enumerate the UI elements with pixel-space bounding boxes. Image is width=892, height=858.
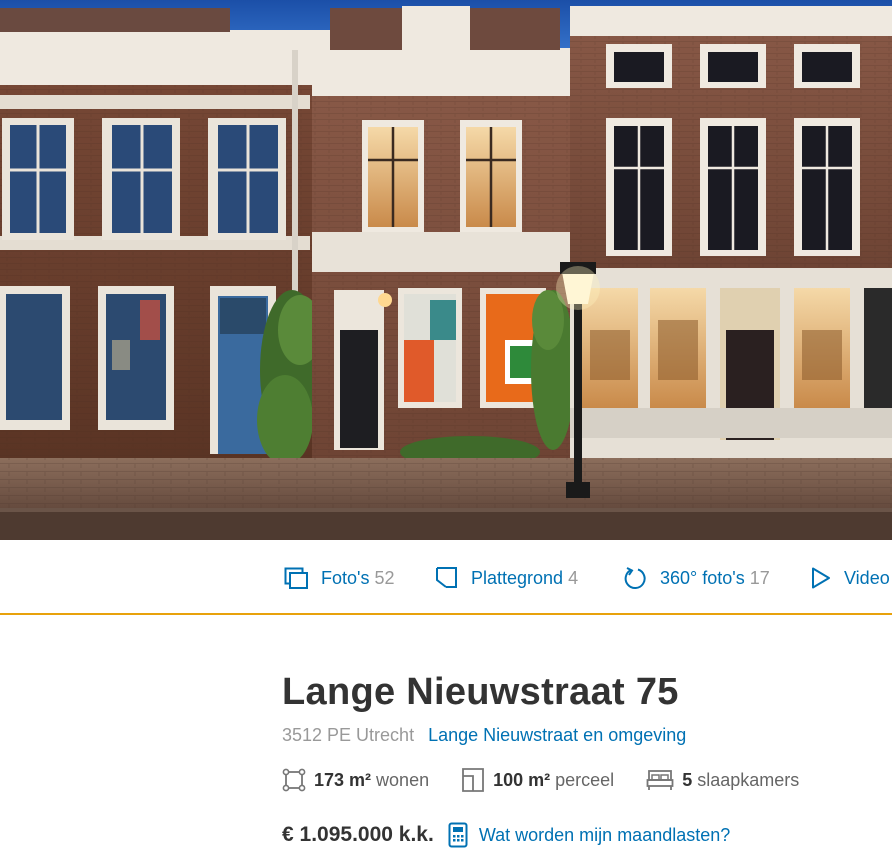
living-area-icon <box>282 768 306 792</box>
floorplan-icon <box>436 567 457 588</box>
price-row: € 1.095.000 k.k. Wat worden mijn maandla… <box>282 822 730 848</box>
photos-label: Foto's <box>321 567 370 588</box>
video-tab[interactable]: Video <box>810 563 890 593</box>
asking-price: € 1.095.000 k.k. <box>282 823 434 846</box>
living-area-feature: 173 m² wonen <box>282 768 429 792</box>
play-icon <box>812 567 830 589</box>
view360-label: 360° foto's <box>660 567 745 588</box>
plot-icon <box>462 768 484 792</box>
neighborhood-link[interactable]: Lange Nieuwstraat en omgeving <box>428 725 686 745</box>
house-facade-image <box>0 0 892 540</box>
calculator-icon <box>448 822 468 848</box>
living-area-unit: wonen <box>376 769 430 790</box>
floorplan-count: 4 <box>568 567 579 588</box>
page-title: Lange Nieuwstraat 75 <box>282 671 679 713</box>
living-area-value: 173 m² <box>314 769 372 790</box>
plot-value: 100 m² <box>493 769 551 790</box>
monthly-costs-label: Wat worden mijn maandlasten? <box>478 824 731 845</box>
media-bar: Foto's 52 Plattegrond 4 360° foto's 17 V… <box>0 540 892 615</box>
floorplan-label: Plattegrond <box>471 567 564 588</box>
view360-count: 17 <box>749 567 770 588</box>
bedrooms-value: 5 <box>682 769 693 790</box>
photos-tab[interactable]: Foto's 52 <box>284 563 395 593</box>
view360-tab[interactable]: 360° foto's 17 <box>623 563 770 593</box>
bedrooms-unit: slaapkamers <box>697 769 800 790</box>
rotate-360-icon <box>624 566 646 589</box>
photos-count: 52 <box>374 567 395 588</box>
bed-icon <box>646 770 674 790</box>
video-label: Video <box>844 567 890 588</box>
plot-unit: perceel <box>555 769 615 790</box>
monthly-costs-link[interactable]: Wat worden mijn maandlasten? <box>448 822 730 848</box>
postal-code-city: 3512 PE Utrecht <box>282 725 415 745</box>
key-features: 173 m² wonen 100 m² perceel 5 slaapkamer… <box>282 767 831 793</box>
listing-subtitle: 3512 PE Utrecht Lange Nieuwstraat en omg… <box>282 725 686 746</box>
hero-photo[interactable] <box>0 0 892 540</box>
plot-feature: 100 m² perceel <box>461 767 614 793</box>
photos-icon <box>284 567 308 589</box>
bedrooms-feature: 5 slaapkamers <box>646 769 799 791</box>
floorplan-tab[interactable]: Plattegrond 4 <box>435 563 578 593</box>
